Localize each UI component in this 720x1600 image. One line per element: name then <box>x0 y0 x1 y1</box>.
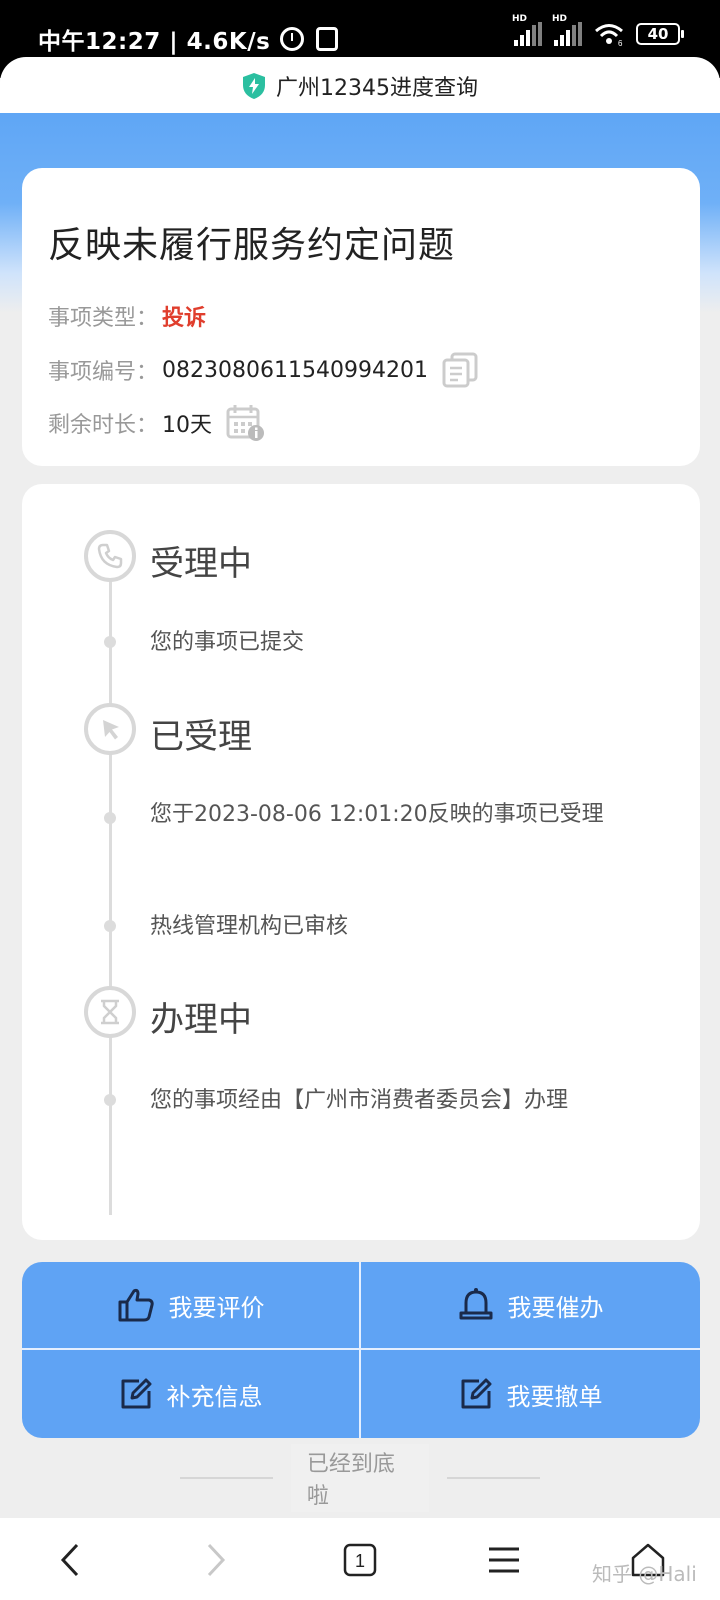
back-button[interactable] <box>48 1538 92 1582</box>
status-right: HD HD 6 40 <box>512 14 684 46</box>
remaining-time-row: 剩余时长： 10天 <box>48 404 266 442</box>
tabs-button[interactable]: 1 <box>338 1538 382 1582</box>
event-dot <box>104 636 116 648</box>
title-bar: 广州12345进度查询 <box>0 57 720 115</box>
status-left: 中午12:27 | 4.6K/s <box>38 22 339 56</box>
progress-timeline-card <box>22 484 700 1240</box>
case-type-value: 投诉 <box>162 306 207 331</box>
event-dot <box>104 920 116 932</box>
end-of-list-note: 已经到底啦 <box>180 1444 540 1512</box>
remaining-time-value: 10天 <box>162 413 213 438</box>
timeline-event: 您于2023-08-06 12:01:20反映的事项已受理 <box>150 802 604 827</box>
withdraw-label: 我要撤单 <box>506 1382 603 1411</box>
copy-icon[interactable] <box>442 352 482 388</box>
wifi-badge: 6 <box>618 39 623 46</box>
urge-button[interactable]: 我要催办 <box>361 1262 700 1350</box>
edit-icon <box>461 1378 491 1409</box>
timeline-event: 热线管理机构已审核 <box>150 914 349 939</box>
case-type-label: 事项类型： <box>48 306 159 331</box>
divider <box>180 1477 273 1479</box>
stage-label-accepted: 已受理 <box>150 717 252 757</box>
action-grid: 我要评价 我要催办 补充信息 我要撤单 <box>22 1262 700 1438</box>
signal-icon-2: HD <box>552 14 582 46</box>
urge-label: 我要催办 <box>507 1293 604 1322</box>
signal-icon: HD <box>512 14 542 46</box>
calendar-info-icon[interactable] <box>226 404 266 442</box>
supplement-label: 补充信息 <box>166 1382 263 1411</box>
case-number-row: 事项编号： 0823080611540994201 <box>48 352 482 388</box>
evaluate-label: 我要评价 <box>168 1293 265 1322</box>
watermark-text: 知乎 @Hali <box>592 1562 697 1586</box>
edit-icon <box>121 1378 151 1409</box>
thumbs-up-icon <box>118 1288 154 1322</box>
stage-label-accepting: 受理中 <box>150 544 252 584</box>
browser-nav-bar: 1 知乎 @Hali <box>0 1518 720 1600</box>
case-title: 反映未履行服务约定问题 <box>48 225 456 266</box>
evaluate-button[interactable]: 我要评价 <box>22 1262 361 1350</box>
battery-indicator: 40 <box>636 23 684 45</box>
timeline-line <box>109 560 112 1215</box>
withdraw-button[interactable]: 我要撤单 <box>361 1350 700 1438</box>
remaining-time-label: 剩余时长： <box>48 413 159 438</box>
tabs-icon: 1 <box>343 1543 377 1577</box>
case-type-row: 事项类型： 投诉 <box>48 300 206 332</box>
stage-label-processing: 办理中 <box>150 1000 252 1040</box>
chevron-right-icon <box>207 1543 226 1577</box>
menu-button[interactable] <box>482 1538 526 1582</box>
page-title: 广州12345进度查询 <box>276 76 478 101</box>
bell-icon <box>459 1288 492 1320</box>
timeline-event: 您的事项已提交 <box>150 630 305 655</box>
end-of-list-text: 已经到底啦 <box>290 1444 430 1512</box>
divider <box>447 1477 540 1479</box>
forward-button[interactable] <box>194 1538 238 1582</box>
shield-bolt-icon <box>243 73 265 99</box>
signal-hd-label: HD <box>512 14 528 24</box>
status-time-speed: 中午12:27 | 4.6K/s <box>38 29 271 55</box>
chevron-left-icon <box>60 1543 79 1577</box>
wifi-icon: 6 <box>595 24 623 46</box>
nfc-icon <box>316 27 339 51</box>
alarm-icon <box>280 27 305 51</box>
phone-icon <box>84 530 136 582</box>
signal-hd-label-2: HD <box>552 14 568 24</box>
event-dot <box>104 1094 116 1106</box>
case-number-value: 0823080611540994201 <box>162 357 428 383</box>
event-dot <box>104 812 116 824</box>
cursor-icon <box>84 703 136 755</box>
tab-count: 1 <box>355 1551 365 1571</box>
case-number-label: 事项编号： <box>48 360 159 385</box>
supplement-button[interactable]: 补充信息 <box>22 1350 361 1438</box>
timeline-event: 您的事项经由【广州市消费者委员会】办理 <box>150 1088 569 1113</box>
menu-icon <box>489 1547 519 1573</box>
hourglass-icon <box>84 986 136 1038</box>
